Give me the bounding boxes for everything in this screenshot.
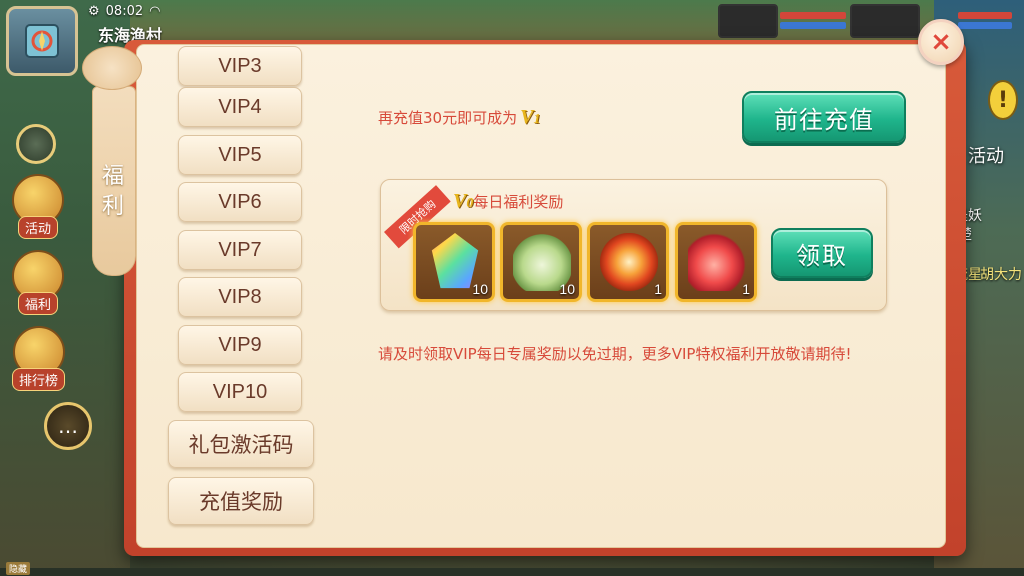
reward-title-text: 每日福利奖励 (473, 193, 564, 211)
map-button[interactable] (6, 6, 78, 76)
reward-title: V0 每日福利奖励 (450, 190, 563, 213)
recharge-tip: 再充值30元即可成为 V1 (378, 106, 540, 129)
menu-item-vip8[interactable]: VIP8 (178, 277, 302, 317)
menu-item-recharge-reward[interactable]: 充值奖励 (168, 477, 314, 525)
notice-text: 请及时领取VIP每日专属奖励以免过期，更多VIP特权福利开放敬请期待! (378, 345, 852, 363)
right-note-4: 胡大力 (980, 267, 1022, 283)
item-qty: 1 (742, 281, 750, 297)
red-feather-icon (688, 233, 746, 291)
menu-item-vip4[interactable]: VIP4 (178, 87, 302, 127)
menu-item-vip5[interactable]: VIP5 (178, 135, 302, 175)
right-activity-label[interactable]: 活动 (968, 142, 1004, 168)
recharge-tip-text: 再充值30元即可成为 (378, 109, 518, 127)
vip-menu[interactable]: VIP3 VIP4 VIP5 VIP6 VIP7 VIP8 VIP9 VIP10… (160, 44, 325, 534)
reward-item-1[interactable]: 10 (413, 222, 495, 302)
pet-mp-bar (958, 22, 1012, 29)
vip0-badge: V0 (453, 190, 474, 212)
activity-button[interactable]: 活动 (12, 174, 64, 239)
reward-item-4[interactable]: 1 (675, 222, 757, 302)
chat-bubble-icon: … (58, 414, 78, 438)
welfare-label: 福利 (17, 292, 58, 315)
pet-hp-bar (958, 12, 1012, 19)
gear-icon: ⚙ (88, 3, 100, 19)
player-avatar[interactable] (718, 4, 778, 38)
chat-button[interactable]: … (44, 402, 92, 450)
tab-title: 福 利 (101, 164, 126, 219)
activity-label: 活动 (17, 216, 58, 239)
close-icon: × (930, 27, 952, 57)
wifi-icon: ◠ (149, 3, 161, 19)
item-qty: 10 (559, 281, 575, 297)
leaderboard-label: 排行榜 (12, 368, 66, 391)
clock-text: 08:02 (105, 3, 144, 19)
goto-recharge-button[interactable]: 前往充值 (742, 91, 906, 143)
confirm-round-button[interactable] (16, 124, 56, 164)
quest-exclamation-icon[interactable]: ! (988, 80, 1018, 120)
leaderboard-button[interactable]: 排行榜 (12, 326, 66, 391)
tab-ribbon: 福 利 (82, 46, 142, 306)
background-top-scene (130, 0, 934, 40)
mp-bar (780, 22, 846, 29)
menu-item-gift-code[interactable]: 礼包激活码 (168, 420, 314, 468)
reward-item-3[interactable]: 1 (587, 222, 669, 302)
item-qty: 1 (654, 281, 662, 297)
menu-item-vip9[interactable]: VIP9 (178, 325, 302, 365)
menu-item-vip6[interactable]: VIP6 (178, 182, 302, 222)
menu-item-vip10[interactable]: VIP10 (178, 372, 302, 412)
map-icon (25, 24, 59, 58)
menu-item-vip3[interactable]: VIP3 (178, 46, 302, 86)
close-button[interactable]: × (918, 19, 964, 65)
bottom-bar (0, 568, 1024, 576)
item-qty: 10 (472, 281, 488, 297)
ribbon-knot-icon (82, 46, 142, 90)
welfare-button[interactable]: 福利 (12, 250, 64, 315)
status-bar: ⚙ 08:02 ◠ (88, 0, 160, 22)
golden-orb-icon (600, 233, 658, 291)
hp-bar (780, 12, 846, 19)
claim-button[interactable]: 领取 (771, 228, 873, 278)
pet-avatar[interactable] (850, 4, 920, 38)
reward-item-2[interactable]: 10 (500, 222, 582, 302)
hide-tag[interactable]: 隐藏 (6, 562, 31, 575)
menu-item-vip7[interactable]: VIP7 (178, 230, 302, 270)
next-vip-badge: V1 (520, 106, 541, 128)
